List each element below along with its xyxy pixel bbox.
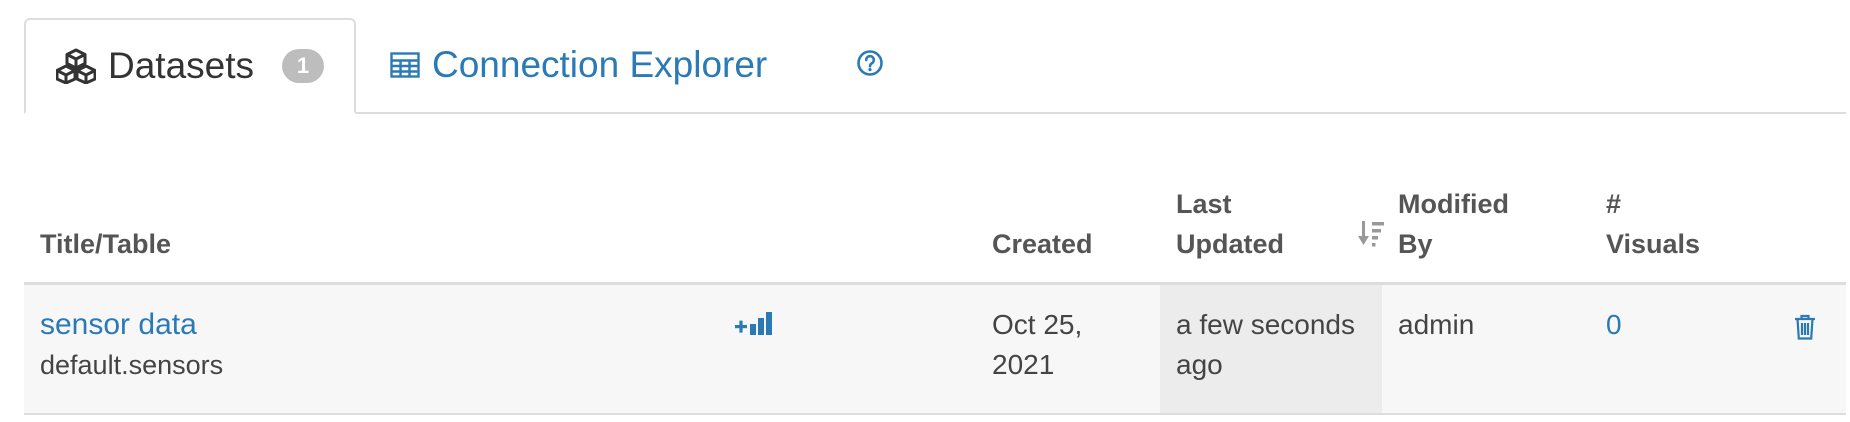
help-button[interactable]: [852, 18, 888, 112]
tab-bar: Datasets 1 Connection Explorer: [24, 0, 1846, 114]
dataset-title-link[interactable]: sensor data: [40, 305, 223, 345]
trash-icon[interactable]: [1794, 311, 1816, 351]
datasets-page: Datasets 1 Connection Explorer Title/Tab…: [0, 0, 1850, 422]
column-header-modified-by[interactable]: Modified By: [1398, 184, 1509, 264]
tab-connection-explorer[interactable]: Connection Explorer: [390, 18, 767, 112]
tab-datasets[interactable]: Datasets 1: [24, 18, 356, 114]
last-updated-value: a few seconds ago: [1176, 309, 1355, 380]
table-grid-icon: [390, 52, 420, 78]
question-circle-icon: [856, 44, 884, 86]
sort-desc-icon[interactable]: [1358, 218, 1386, 258]
dataset-title-cell: sensor data default.sensors: [40, 305, 223, 385]
column-header-last-updated[interactable]: Last Updated: [1176, 184, 1386, 264]
table-header: Title/Table Created Last Updated Modifie…: [24, 182, 1846, 285]
created-date: Oct 25, 2021: [992, 309, 1083, 380]
dataset-table-name: default.sensors: [40, 350, 224, 380]
column-header-visuals[interactable]: # Visuals: [1606, 184, 1700, 264]
tab-datasets-label: Datasets: [108, 45, 255, 86]
datasets-count-badge: 1: [282, 49, 325, 83]
visuals-count-link[interactable]: 0: [1606, 305, 1622, 345]
modified-by-value: admin: [1398, 309, 1475, 340]
tab-connection-explorer-label: Connection Explorer: [432, 44, 768, 85]
table-row: sensor data default.sensors Oct 25, 2021: [24, 285, 1846, 415]
column-header-title[interactable]: Title/Table: [40, 224, 171, 264]
column-header-created[interactable]: Created: [992, 224, 1093, 264]
cubes-icon: [56, 48, 96, 84]
new-visual-icon[interactable]: [734, 309, 776, 349]
datasets-table: Title/Table Created Last Updated Modifie…: [24, 182, 1846, 415]
